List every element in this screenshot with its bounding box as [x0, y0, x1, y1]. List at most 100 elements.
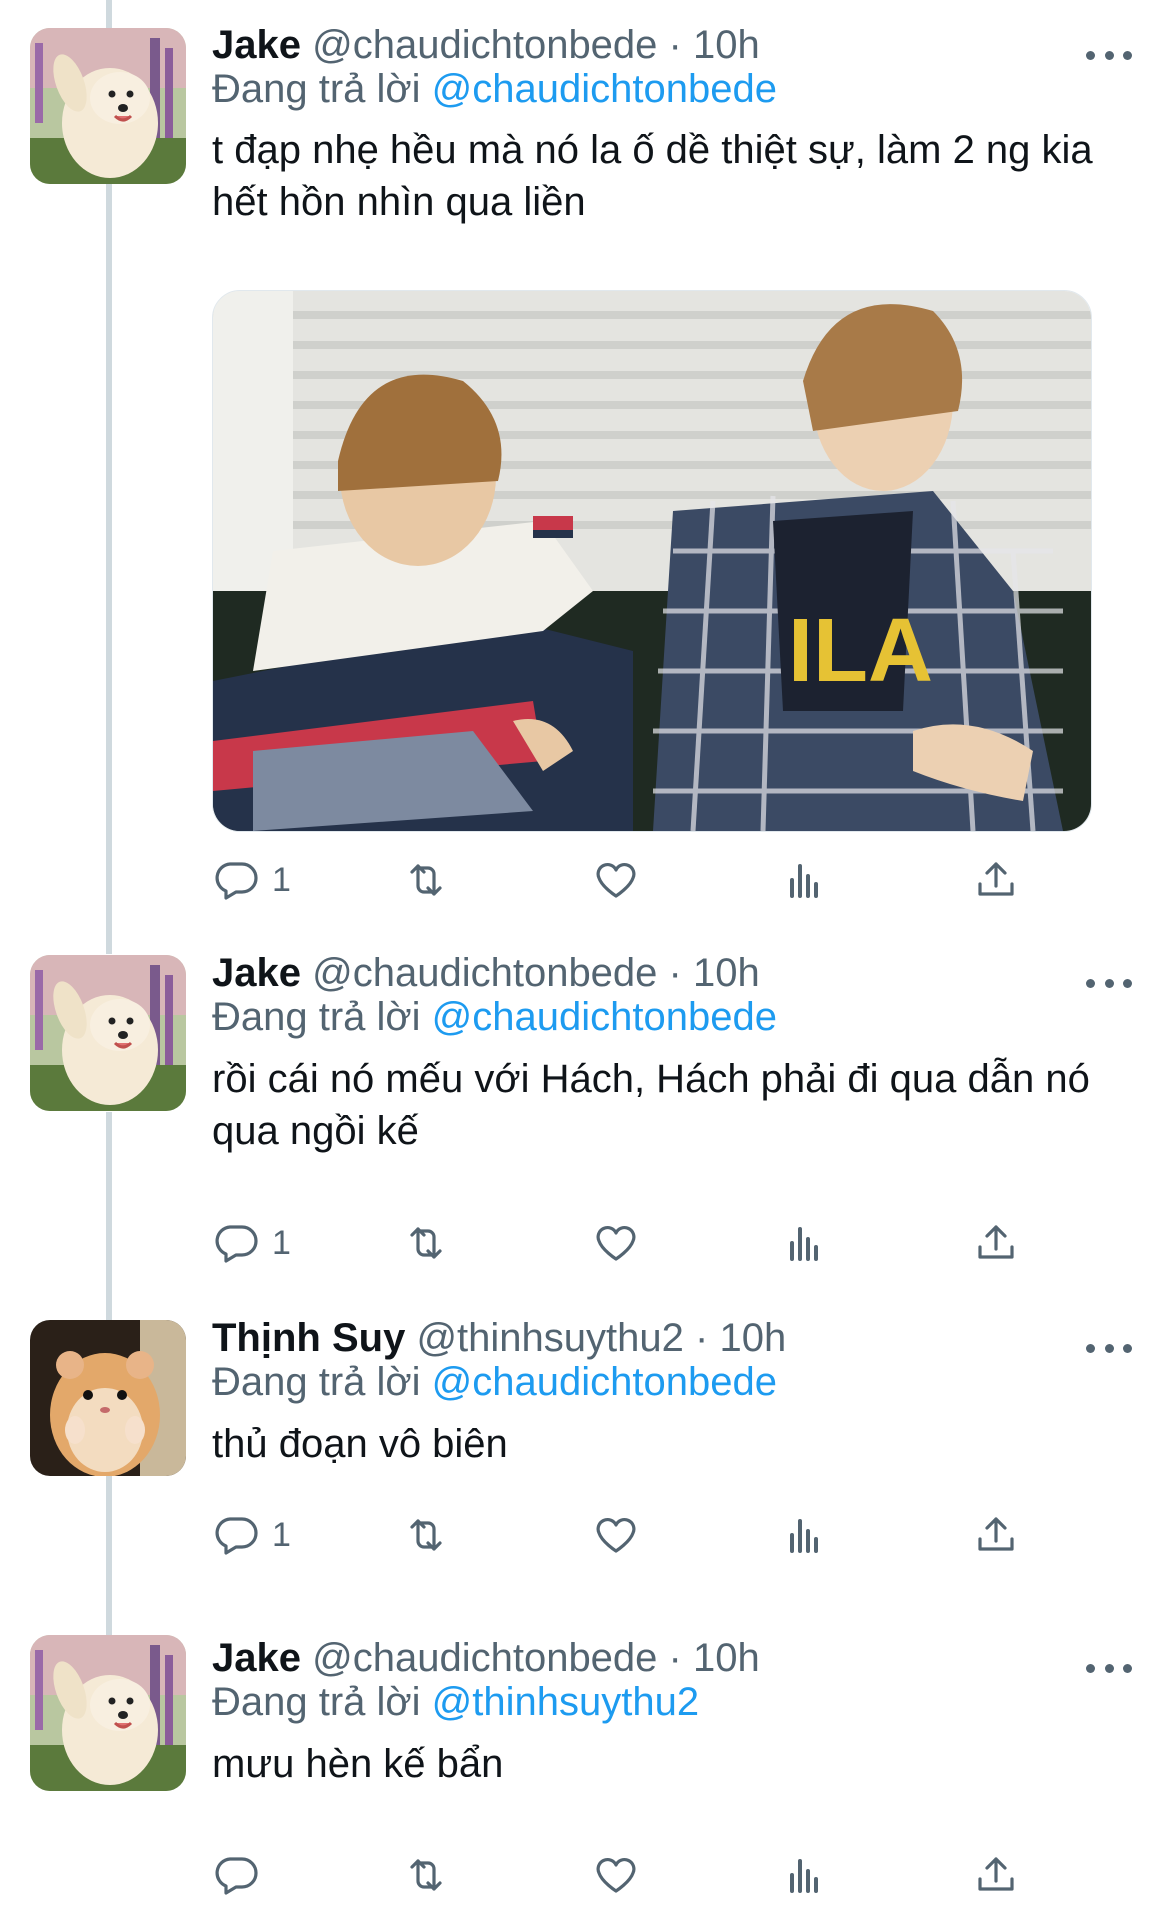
tweet-text: rồi cái nó mếu với Hách, Hách phải đi qu… [212, 1057, 1090, 1153]
timestamp[interactable]: 10h [693, 1636, 760, 1680]
share-icon [978, 1225, 1014, 1259]
views-button[interactable] [782, 1213, 830, 1273]
timestamp[interactable]: 10h [693, 951, 760, 995]
display-name[interactable]: Jake [212, 1636, 301, 1680]
like-icon [596, 863, 636, 898]
retweet-button[interactable] [402, 1213, 450, 1273]
user-handle[interactable]: @chaudichtonbede [312, 23, 657, 67]
tweet-header: Jake @chaudichtonbede · 10h [212, 20, 1110, 70]
tweet[interactable]: Jake @chaudichtonbede · 10h Đang trả lời… [0, 1605, 1170, 1895]
more-icon[interactable] [1086, 973, 1132, 993]
retweet-icon [410, 1519, 442, 1551]
reply-button[interactable]: 1 [212, 1213, 291, 1273]
timestamp[interactable]: 10h [719, 1316, 786, 1360]
svg-text:ILA: ILA [788, 601, 933, 701]
reply-count: 1 [272, 1515, 291, 1554]
photo-image: ILA [213, 291, 1091, 831]
like-icon [596, 1518, 636, 1553]
share-icon [978, 1517, 1014, 1551]
tweet-text: t đạp nhẹ hều mà nó la ố dề thiệt sự, là… [212, 128, 1093, 224]
tweet[interactable]: Jake @chaudichtonbede · 10h Đang trả lời… [0, 0, 1170, 940]
avatar[interactable] [30, 28, 186, 184]
samoyed-dog-avatar-icon [30, 28, 186, 184]
mention-link[interactable]: @thinhsuythu2 [432, 1680, 699, 1724]
tweet-actions [212, 1845, 1052, 1905]
separator-dot: · [668, 1636, 682, 1680]
tweet-actions: 1 [212, 850, 1052, 910]
tweet-header: Jake @chaudichtonbede · 10h [212, 1633, 1110, 1683]
tweet[interactable]: Jake @chaudichtonbede · 10h Đang trả lời… [0, 925, 1170, 1265]
retweet-button[interactable] [402, 850, 450, 910]
share-button[interactable] [972, 1213, 1020, 1273]
retweet-icon [410, 1859, 442, 1891]
reply-icon [215, 862, 258, 900]
replying-to: Đang trả lời @chaudichtonbede [212, 992, 777, 1042]
replying-to: Đang trả lời @chaudichtonbede [212, 64, 777, 114]
views-icon [790, 1859, 818, 1893]
timestamp[interactable]: 10h [693, 23, 760, 67]
mention-link[interactable]: @chaudichtonbede [432, 67, 777, 111]
like-button[interactable] [592, 850, 640, 910]
views-icon [790, 864, 818, 898]
more-icon[interactable] [1086, 1338, 1132, 1358]
user-handle[interactable]: @chaudichtonbede [312, 1636, 657, 1680]
replying-label: Đang trả lời [212, 1360, 421, 1404]
share-button[interactable] [972, 850, 1020, 910]
reply-button[interactable]: 1 [212, 850, 291, 910]
avatar[interactable] [30, 1635, 186, 1791]
display-name[interactable]: Jake [212, 23, 301, 67]
tweet-actions: 1 [212, 1505, 1052, 1565]
views-button[interactable] [782, 1845, 830, 1905]
share-button[interactable] [972, 1505, 1020, 1565]
reply-count: 1 [272, 860, 291, 899]
mention-link[interactable]: @chaudichtonbede [432, 1360, 777, 1404]
reply-icon [215, 1225, 258, 1263]
views-icon [790, 1519, 818, 1553]
reply-icon [215, 1857, 258, 1895]
like-button[interactable] [592, 1213, 640, 1273]
views-icon [790, 1227, 818, 1261]
tweet-header: Thịnh Suy @thinhsuythu2 · 10h [212, 1313, 1110, 1363]
separator-dot: · [668, 951, 682, 995]
separator-dot: · [695, 1316, 709, 1360]
display-name[interactable]: Thịnh Suy [212, 1316, 405, 1360]
replying-to: Đang trả lời @thinhsuythu2 [212, 1677, 699, 1727]
mention-link[interactable]: @chaudichtonbede [432, 995, 777, 1039]
avatar[interactable] [30, 1320, 186, 1476]
replying-label: Đang trả lời [212, 67, 421, 111]
like-button[interactable] [592, 1505, 640, 1565]
retweet-button[interactable] [402, 1505, 450, 1565]
tweet-header: Jake @chaudichtonbede · 10h [212, 948, 1110, 998]
retweet-button[interactable] [402, 1845, 450, 1905]
reply-icon [215, 1517, 258, 1555]
reply-button[interactable] [212, 1845, 272, 1905]
views-button[interactable] [782, 850, 830, 910]
reply-count: 1 [272, 1223, 291, 1262]
replying-label: Đang trả lời [212, 1680, 421, 1724]
tweet[interactable]: Thịnh Suy @thinhsuythu2 · 10h Đang trả l… [0, 1290, 1170, 1590]
more-icon[interactable] [1086, 45, 1132, 65]
views-button[interactable] [782, 1505, 830, 1565]
separator-dot: · [668, 23, 682, 67]
display-name[interactable]: Jake [212, 951, 301, 995]
more-icon[interactable] [1086, 1658, 1132, 1678]
reply-button[interactable]: 1 [212, 1505, 291, 1565]
retweet-icon [410, 1227, 442, 1259]
user-handle[interactable]: @thinhsuythu2 [416, 1316, 683, 1360]
share-icon [978, 1857, 1014, 1891]
share-icon [978, 862, 1014, 896]
samoyed-dog-avatar-icon [30, 1635, 186, 1791]
tweet-text: mưu hèn kế bẩn [212, 1742, 504, 1786]
samoyed-dog-avatar-icon [30, 955, 186, 1111]
hamster-avatar-icon [30, 1320, 186, 1476]
replying-to: Đang trả lời @chaudichtonbede [212, 1357, 777, 1407]
share-button[interactable] [972, 1845, 1020, 1905]
replying-label: Đang trả lời [212, 995, 421, 1039]
tweet-text: thủ đoạn vô biên [212, 1422, 508, 1466]
tweet-photo[interactable]: ILA [212, 290, 1092, 832]
avatar[interactable] [30, 955, 186, 1111]
user-handle[interactable]: @chaudichtonbede [312, 951, 657, 995]
tweet-actions: 1 [212, 1213, 1052, 1273]
like-icon [596, 1858, 636, 1893]
like-button[interactable] [592, 1845, 640, 1905]
